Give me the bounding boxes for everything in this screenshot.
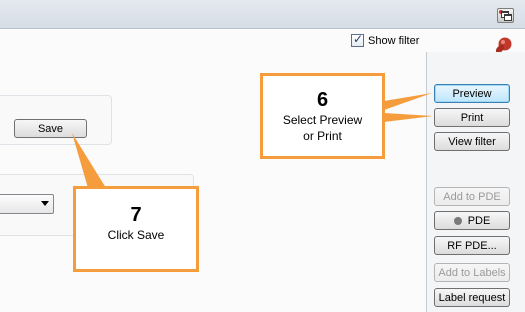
window-titlebar — [0, 0, 525, 29]
callout-7-number: 7 — [130, 204, 142, 226]
add-to-labels-button[interactable]: Add to Labels — [434, 263, 510, 282]
restore-square-front — [504, 14, 512, 21]
show-filter-checkbox[interactable] — [351, 32, 364, 47]
print-button[interactable]: Print — [434, 108, 510, 127]
callout-6-line1: Select Preview — [282, 113, 363, 127]
callout-step-7: 7 Click Save — [73, 186, 199, 272]
save-button[interactable]: Save — [14, 119, 87, 138]
pde-dot-icon — [453, 216, 462, 225]
restore-window-icon[interactable] — [497, 8, 514, 23]
show-filter-label: Show filter — [368, 34, 420, 47]
label-request-button[interactable]: Label request — [434, 288, 510, 307]
pde-button[interactable]: PDE — [434, 211, 510, 230]
callout-7-line1: Click Save — [107, 228, 165, 242]
preview-button[interactable]: Preview — [434, 84, 510, 103]
show-filter-option[interactable]: Show filter — [351, 32, 420, 47]
callout-6-number: 6 — [316, 89, 329, 111]
callout-step-6: 6 Select Preview or Print — [260, 73, 385, 159]
add-to-pde-button[interactable]: Add to PDE — [434, 187, 510, 206]
view-filter-button[interactable]: View filter — [434, 132, 510, 151]
rf-pde-button[interactable]: RF PDE... — [434, 236, 510, 255]
dropdown-arrow-icon — [41, 201, 49, 206]
option-dropdown[interactable] — [0, 194, 54, 214]
pde-button-label: PDE — [467, 214, 491, 227]
callout-6-line2: or Print — [303, 129, 342, 143]
